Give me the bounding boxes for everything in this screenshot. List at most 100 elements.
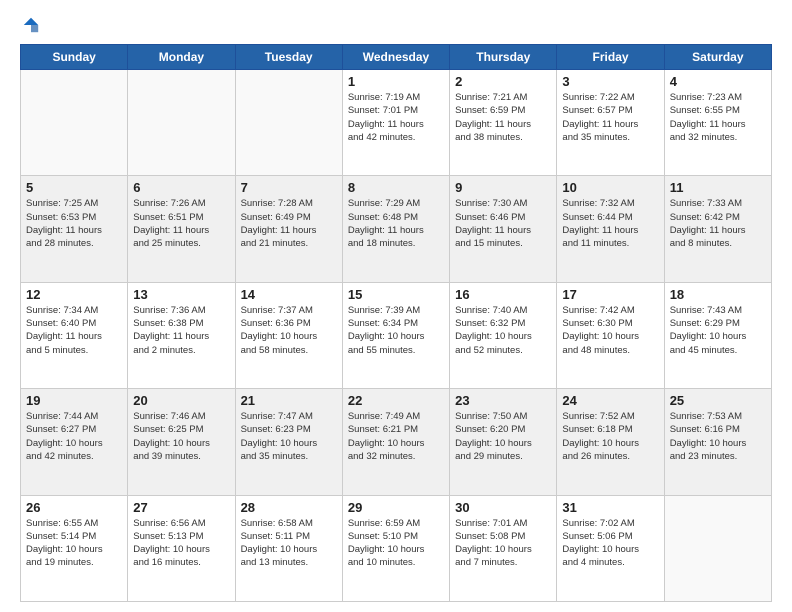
day-info: Sunrise: 6:55 AM Sunset: 5:14 PM Dayligh… (26, 517, 122, 570)
dow-header-friday: Friday (557, 45, 664, 70)
day-number: 2 (455, 74, 551, 89)
day-number: 14 (241, 287, 337, 302)
day-info: Sunrise: 7:19 AM Sunset: 7:01 PM Dayligh… (348, 91, 444, 144)
day-number: 12 (26, 287, 122, 302)
day-info: Sunrise: 7:52 AM Sunset: 6:18 PM Dayligh… (562, 410, 658, 463)
calendar-cell: 23 Sunrise: 7:50 AM Sunset: 6:20 PM Dayli… (450, 389, 557, 495)
calendar-cell: 21 Sunrise: 7:47 AM Sunset: 6:23 PM Dayli… (235, 389, 342, 495)
day-number: 18 (670, 287, 766, 302)
day-info: Sunrise: 7:34 AM Sunset: 6:40 PM Dayligh… (26, 304, 122, 357)
calendar-cell: 5 Sunrise: 7:25 AM Sunset: 6:53 PM Daylig… (21, 176, 128, 282)
day-number: 22 (348, 393, 444, 408)
dow-header-wednesday: Wednesday (342, 45, 449, 70)
day-info: Sunrise: 7:02 AM Sunset: 5:06 PM Dayligh… (562, 517, 658, 570)
day-number: 4 (670, 74, 766, 89)
day-number: 21 (241, 393, 337, 408)
day-info: Sunrise: 7:33 AM Sunset: 6:42 PM Dayligh… (670, 197, 766, 250)
day-info: Sunrise: 7:22 AM Sunset: 6:57 PM Dayligh… (562, 91, 658, 144)
calendar-cell: 17 Sunrise: 7:42 AM Sunset: 6:30 PM Dayli… (557, 282, 664, 388)
day-info: Sunrise: 6:59 AM Sunset: 5:10 PM Dayligh… (348, 517, 444, 570)
day-info: Sunrise: 6:58 AM Sunset: 5:11 PM Dayligh… (241, 517, 337, 570)
day-number: 29 (348, 500, 444, 515)
logo-icon (22, 16, 40, 34)
day-info: Sunrise: 7:01 AM Sunset: 5:08 PM Dayligh… (455, 517, 551, 570)
calendar-cell: 15 Sunrise: 7:39 AM Sunset: 6:34 PM Dayli… (342, 282, 449, 388)
day-info: Sunrise: 7:32 AM Sunset: 6:44 PM Dayligh… (562, 197, 658, 250)
day-info: Sunrise: 7:28 AM Sunset: 6:49 PM Dayligh… (241, 197, 337, 250)
day-number: 6 (133, 180, 229, 195)
calendar-cell: 30 Sunrise: 7:01 AM Sunset: 5:08 PM Dayli… (450, 495, 557, 601)
day-number: 24 (562, 393, 658, 408)
day-info: Sunrise: 7:44 AM Sunset: 6:27 PM Dayligh… (26, 410, 122, 463)
calendar-table: SundayMondayTuesdayWednesdayThursdayFrid… (20, 44, 772, 602)
day-number: 30 (455, 500, 551, 515)
day-info: Sunrise: 7:50 AM Sunset: 6:20 PM Dayligh… (455, 410, 551, 463)
day-number: 9 (455, 180, 551, 195)
day-number: 16 (455, 287, 551, 302)
day-number: 17 (562, 287, 658, 302)
day-number: 1 (348, 74, 444, 89)
day-number: 31 (562, 500, 658, 515)
day-info: Sunrise: 7:36 AM Sunset: 6:38 PM Dayligh… (133, 304, 229, 357)
day-number: 23 (455, 393, 551, 408)
calendar-cell: 28 Sunrise: 6:58 AM Sunset: 5:11 PM Dayli… (235, 495, 342, 601)
day-number: 15 (348, 287, 444, 302)
calendar-cell: 19 Sunrise: 7:44 AM Sunset: 6:27 PM Dayli… (21, 389, 128, 495)
calendar-cell: 25 Sunrise: 7:53 AM Sunset: 6:16 PM Dayli… (664, 389, 771, 495)
day-number: 8 (348, 180, 444, 195)
dow-header-sunday: Sunday (21, 45, 128, 70)
calendar-cell: 13Sunrise: 7:36 AM Sunset: 6:38 PM Dayli… (128, 282, 235, 388)
calendar-cell: 7 Sunrise: 7:28 AM Sunset: 6:49 PM Daylig… (235, 176, 342, 282)
dow-header-saturday: Saturday (664, 45, 771, 70)
calendar-cell: 11 Sunrise: 7:33 AM Sunset: 6:42 PM Dayli… (664, 176, 771, 282)
calendar-cell: 9 Sunrise: 7:30 AM Sunset: 6:46 PM Daylig… (450, 176, 557, 282)
calendar-cell: 8Sunrise: 7:29 AM Sunset: 6:48 PM Daylig… (342, 176, 449, 282)
day-info: Sunrise: 7:37 AM Sunset: 6:36 PM Dayligh… (241, 304, 337, 357)
dow-header-tuesday: Tuesday (235, 45, 342, 70)
day-info: Sunrise: 7:25 AM Sunset: 6:53 PM Dayligh… (26, 197, 122, 250)
calendar-cell (664, 495, 771, 601)
day-info: Sunrise: 7:43 AM Sunset: 6:29 PM Dayligh… (670, 304, 766, 357)
dow-header-thursday: Thursday (450, 45, 557, 70)
day-number: 7 (241, 180, 337, 195)
day-number: 25 (670, 393, 766, 408)
day-info: Sunrise: 7:46 AM Sunset: 6:25 PM Dayligh… (133, 410, 229, 463)
calendar-cell: 6 Sunrise: 7:26 AM Sunset: 6:51 PM Daylig… (128, 176, 235, 282)
calendar-cell: 24 Sunrise: 7:52 AM Sunset: 6:18 PM Dayli… (557, 389, 664, 495)
calendar-cell (128, 70, 235, 176)
calendar-cell: 31 Sunrise: 7:02 AM Sunset: 5:06 PM Dayli… (557, 495, 664, 601)
calendar-cell: 27Sunrise: 6:56 AM Sunset: 5:13 PM Dayli… (128, 495, 235, 601)
day-info: Sunrise: 7:40 AM Sunset: 6:32 PM Dayligh… (455, 304, 551, 357)
day-info: Sunrise: 7:21 AM Sunset: 6:59 PM Dayligh… (455, 91, 551, 144)
calendar-cell: 3 Sunrise: 7:22 AM Sunset: 6:57 PM Daylig… (557, 70, 664, 176)
calendar-cell: 4 Sunrise: 7:23 AM Sunset: 6:55 PM Daylig… (664, 70, 771, 176)
day-number: 3 (562, 74, 658, 89)
calendar-cell: 26 Sunrise: 6:55 AM Sunset: 5:14 PM Dayli… (21, 495, 128, 601)
header (20, 16, 772, 34)
calendar-cell: 1 Sunrise: 7:19 AM Sunset: 7:01 PM Daylig… (342, 70, 449, 176)
day-number: 28 (241, 500, 337, 515)
calendar-cell: 10 Sunrise: 7:32 AM Sunset: 6:44 PM Dayli… (557, 176, 664, 282)
day-info: Sunrise: 7:53 AM Sunset: 6:16 PM Dayligh… (670, 410, 766, 463)
day-info: Sunrise: 7:26 AM Sunset: 6:51 PM Dayligh… (133, 197, 229, 250)
calendar-cell: 29 Sunrise: 6:59 AM Sunset: 5:10 PM Dayli… (342, 495, 449, 601)
calendar-cell: 12 Sunrise: 7:34 AM Sunset: 6:40 PM Dayli… (21, 282, 128, 388)
day-number: 5 (26, 180, 122, 195)
day-info: Sunrise: 7:30 AM Sunset: 6:46 PM Dayligh… (455, 197, 551, 250)
day-info: Sunrise: 7:49 AM Sunset: 6:21 PM Dayligh… (348, 410, 444, 463)
day-number: 10 (562, 180, 658, 195)
day-number: 26 (26, 500, 122, 515)
calendar-cell: 14 Sunrise: 7:37 AM Sunset: 6:36 PM Dayli… (235, 282, 342, 388)
day-number: 19 (26, 393, 122, 408)
day-info: Sunrise: 7:23 AM Sunset: 6:55 PM Dayligh… (670, 91, 766, 144)
day-info: Sunrise: 7:42 AM Sunset: 6:30 PM Dayligh… (562, 304, 658, 357)
day-info: Sunrise: 6:56 AM Sunset: 5:13 PM Dayligh… (133, 517, 229, 570)
day-info: Sunrise: 7:47 AM Sunset: 6:23 PM Dayligh… (241, 410, 337, 463)
day-number: 11 (670, 180, 766, 195)
logo (20, 16, 40, 34)
calendar-cell (21, 70, 128, 176)
dow-header-monday: Monday (128, 45, 235, 70)
calendar-cell: 20Sunrise: 7:46 AM Sunset: 6:25 PM Dayli… (128, 389, 235, 495)
day-info: Sunrise: 7:39 AM Sunset: 6:34 PM Dayligh… (348, 304, 444, 357)
calendar-cell: 18 Sunrise: 7:43 AM Sunset: 6:29 PM Dayli… (664, 282, 771, 388)
